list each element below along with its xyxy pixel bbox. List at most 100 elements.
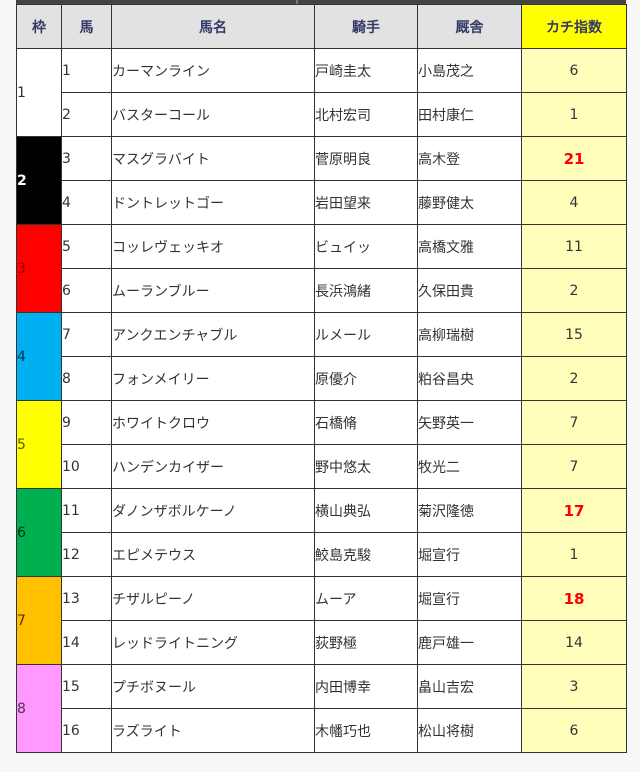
table-row: 4 7 アンクエンチャブル ルメール 高柳瑞樹 15 bbox=[16, 312, 627, 401]
umaban-cell: 8 bbox=[61, 356, 112, 401]
umaban-cell: 11 bbox=[61, 488, 112, 533]
umaban-cell: 7 bbox=[61, 312, 112, 357]
table-row: 2 バスターコール 北村宏司 田村康仁 1 bbox=[17, 92, 627, 137]
trainer-cell: 牧光二 bbox=[417, 444, 522, 489]
umaban-cell: 15 bbox=[61, 664, 112, 709]
umaban-cell: 6 bbox=[61, 268, 112, 313]
header-trainer: 厩舎 bbox=[417, 4, 522, 49]
jockey-cell: 戸崎圭太 bbox=[314, 48, 418, 93]
trainer-cell: 高木登 bbox=[417, 136, 522, 181]
header-horse-name: 馬名 bbox=[111, 4, 315, 49]
kachi-index-cell: 14 bbox=[521, 620, 627, 665]
umaban-cell: 16 bbox=[61, 708, 112, 753]
umaban-cell: 10 bbox=[61, 444, 112, 489]
trainer-cell: 田村康仁 bbox=[417, 92, 522, 137]
jockey-cell: 北村宏司 bbox=[314, 92, 418, 137]
waku-cell: 2 bbox=[16, 136, 62, 225]
umaban-cell: 5 bbox=[61, 224, 112, 269]
horse-name-cell: バスターコール bbox=[111, 92, 315, 137]
trainer-cell: 粕谷昌央 bbox=[417, 356, 522, 401]
table-row: 10 ハンデンカイザー 野中悠太 牧光二 7 bbox=[17, 444, 627, 489]
table-header-row: 枠 馬 馬名 騎手 厩舎 カチ指数 bbox=[16, 4, 627, 49]
jockey-cell: 鮫島克駿 bbox=[314, 532, 418, 577]
trainer-cell: 堀宣行 bbox=[417, 532, 522, 577]
jockey-cell: 長浜鴻緒 bbox=[314, 268, 418, 313]
table-row: 2 3 マスグラバイト 菅原明良 高木登 21 bbox=[16, 136, 627, 225]
table-row: 7 13 チザルピーノ ムーア 堀宣行 18 bbox=[16, 576, 627, 665]
trainer-cell: 藤野健太 bbox=[417, 180, 522, 225]
umaban-cell: 14 bbox=[61, 620, 112, 665]
table-row: 1 1 カーマンライン 戸崎圭太 小島茂之 6 bbox=[16, 48, 627, 137]
header-kachi-index: カチ指数 bbox=[521, 4, 627, 49]
jockey-cell: 原優介 bbox=[314, 356, 418, 401]
table-row: 6 ムーランブルー 長浜鴻緒 久保田貴 2 bbox=[17, 268, 627, 313]
kachi-index-cell: 1 bbox=[521, 532, 627, 577]
horse-name-cell: カーマンライン bbox=[111, 48, 315, 93]
horse-name-cell: ホワイトクロウ bbox=[111, 400, 315, 445]
trainer-cell: 高橋文雅 bbox=[417, 224, 522, 269]
waku-cell: 6 bbox=[16, 488, 62, 577]
waku-cell: 8 bbox=[16, 664, 62, 753]
kachi-index-cell: 17 bbox=[521, 488, 627, 533]
table-row: 8 15 プチボヌール 内田博幸 畠山吉宏 3 bbox=[16, 664, 627, 753]
table-row: 8 フォンメイリー 原優介 粕谷昌央 2 bbox=[17, 356, 627, 401]
kachi-index-cell: 7 bbox=[521, 444, 627, 489]
trainer-cell: 矢野英一 bbox=[417, 400, 522, 445]
horse-name-cell: ラズライト bbox=[111, 708, 315, 753]
horse-name-cell: ドントレットゴー bbox=[111, 180, 315, 225]
kachi-index-cell: 15 bbox=[521, 312, 627, 357]
jockey-cell: 荻野極 bbox=[314, 620, 418, 665]
table-row: 12 エピメテウス 鮫島克駿 堀宣行 1 bbox=[17, 532, 627, 577]
jockey-cell: ムーア bbox=[314, 576, 418, 621]
horse-name-cell: エピメテウス bbox=[111, 532, 315, 577]
header-jockey: 騎手 bbox=[314, 4, 418, 49]
horse-name-cell: チザルピーノ bbox=[111, 576, 315, 621]
jockey-cell: 横山典弘 bbox=[314, 488, 418, 533]
jockey-cell: 木幡巧也 bbox=[314, 708, 418, 753]
kachi-index-cell: 4 bbox=[521, 180, 627, 225]
trainer-cell: 高柳瑞樹 bbox=[417, 312, 522, 357]
kachi-index-cell: 7 bbox=[521, 400, 627, 445]
horse-name-cell: レッドライトニング bbox=[111, 620, 315, 665]
jockey-cell: ルメール bbox=[314, 312, 418, 357]
jockey-cell: 岩田望来 bbox=[314, 180, 418, 225]
race-entries-table: 枠 馬 馬名 騎手 厩舎 カチ指数 1 1 カーマンライン 戸崎圭太 小島茂之 6 2 バスタ… bbox=[16, 4, 627, 753]
jockey-cell: 石橋脩 bbox=[314, 400, 418, 445]
waku-cell: 4 bbox=[16, 312, 62, 401]
trainer-cell: 畠山吉宏 bbox=[417, 664, 522, 709]
trainer-cell: 堀宣行 bbox=[417, 576, 522, 621]
waku-cell: 5 bbox=[16, 400, 62, 489]
header-waku: 枠 bbox=[16, 4, 62, 49]
header-umaban: 馬 bbox=[61, 4, 112, 49]
trainer-cell: 松山将樹 bbox=[417, 708, 522, 753]
umaban-cell: 9 bbox=[61, 400, 112, 445]
jockey-cell: 内田博幸 bbox=[314, 664, 418, 709]
table-row: 5 9 ホワイトクロウ 石橋脩 矢野英一 7 bbox=[16, 400, 627, 489]
kachi-index-cell: 6 bbox=[521, 708, 627, 753]
umaban-cell: 3 bbox=[61, 136, 112, 181]
table-row: 16 ラズライト 木幡巧也 松山将樹 6 bbox=[17, 708, 627, 753]
jockey-cell: 菅原明良 bbox=[314, 136, 418, 181]
kachi-index-cell: 3 bbox=[521, 664, 627, 709]
table-row: 4 ドントレットゴー 岩田望来 藤野健太 4 bbox=[17, 180, 627, 225]
table-row: 14 レッドライトニング 荻野極 鹿戸雄一 14 bbox=[17, 620, 627, 665]
umaban-cell: 4 bbox=[61, 180, 112, 225]
table-row: 6 11 ダノンザボルケーノ 横山典弘 菊沢隆徳 17 bbox=[16, 488, 627, 577]
trainer-cell: 小島茂之 bbox=[417, 48, 522, 93]
horse-name-cell: プチボヌール bbox=[111, 664, 315, 709]
horse-name-cell: マスグラバイト bbox=[111, 136, 315, 181]
horse-name-cell: ムーランブルー bbox=[111, 268, 315, 313]
kachi-index-cell: 21 bbox=[521, 136, 627, 181]
trainer-cell: 菊沢隆徳 bbox=[417, 488, 522, 533]
horse-name-cell: アンクエンチャブル bbox=[111, 312, 315, 357]
umaban-cell: 1 bbox=[61, 48, 112, 93]
horse-name-cell: コッレヴェッキオ bbox=[111, 224, 315, 269]
kachi-index-cell: 18 bbox=[521, 576, 627, 621]
waku-cell: 1 bbox=[16, 48, 62, 137]
jockey-cell: ビュイッ bbox=[314, 224, 418, 269]
kachi-index-cell: 1 bbox=[521, 92, 627, 137]
horse-name-cell: フォンメイリー bbox=[111, 356, 315, 401]
kachi-index-cell: 6 bbox=[521, 48, 627, 93]
kachi-index-cell: 2 bbox=[521, 268, 627, 313]
umaban-cell: 12 bbox=[61, 532, 112, 577]
